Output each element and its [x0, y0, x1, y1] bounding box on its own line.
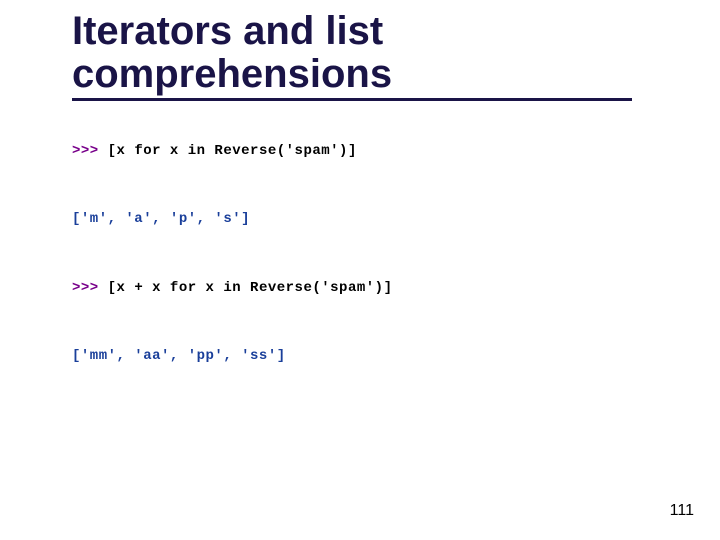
code-text: [x + x for x in Reverse('spam')]: [99, 280, 393, 296]
code-block: >>> [x for x in Reverse('spam')] ['m', '…: [72, 105, 672, 416]
slide-title: Iterators and list comprehensions: [72, 10, 632, 101]
page-number: 111: [670, 502, 694, 520]
slide: Iterators and list comprehensions >>> [x…: [72, 10, 672, 416]
prompt-symbol: >>>: [72, 143, 99, 159]
code-line: >>> [x for x in Reverse('spam')]: [72, 142, 672, 160]
output-line: ['mm', 'aa', 'pp', 'ss']: [72, 347, 672, 365]
code-line: >>> [x + x for x in Reverse('spam')]: [72, 279, 672, 297]
output-line: ['m', 'a', 'p', 's']: [72, 210, 672, 228]
code-text: [x for x in Reverse('spam')]: [99, 143, 357, 159]
prompt-symbol: >>>: [72, 280, 99, 296]
